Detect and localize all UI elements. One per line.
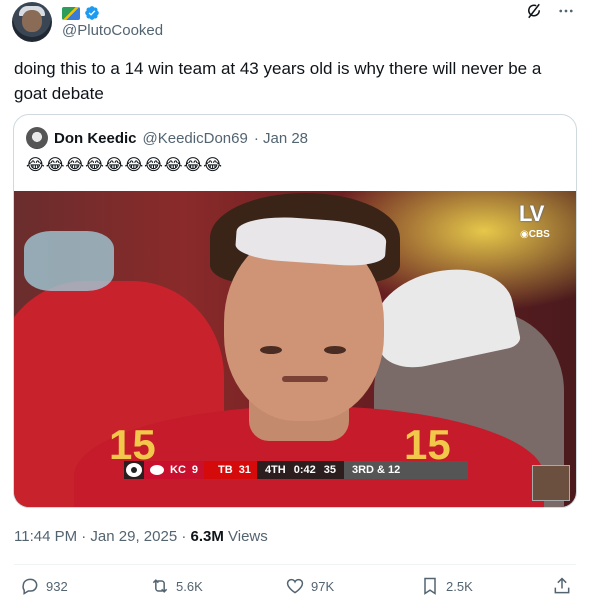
flag-icon	[62, 6, 80, 20]
game-clock: 0:42	[293, 464, 316, 476]
action-bar: 932 5.6K 97K 2.5K	[0, 576, 589, 602]
quoted-tweet-date: · Jan 28	[253, 129, 309, 147]
play-clock: 35	[323, 464, 336, 476]
avatar-face	[22, 10, 42, 32]
team2-score: 31	[238, 464, 251, 476]
repost-button[interactable]: 5.6K	[150, 576, 203, 596]
timestamp[interactable]: 11:44 PM · Jan 29, 2025 ·	[14, 528, 191, 545]
quoted-author-handle: @KeedicDon69	[142, 129, 248, 147]
share-button[interactable]	[552, 576, 572, 596]
verified-badge-icon	[85, 6, 99, 20]
player-mouth	[282, 376, 328, 382]
tweet-text: doing this to a 14 win team at 43 years …	[14, 59, 542, 103]
like-button[interactable]: 97K	[285, 576, 334, 596]
views-count: 6.3M	[190, 528, 224, 545]
views-label: Views	[223, 528, 268, 545]
scorebug: KC 9 TB 31 4TH 0:42 35 3RD & 12	[124, 461, 468, 479]
quoted-author-avatar	[26, 127, 48, 149]
tweet-metadata: 11:44 PM · Jan 29, 2025 · 6.3M Views	[14, 528, 268, 545]
more-options-icon[interactable]	[557, 2, 575, 20]
bookmark-button[interactable]: 2.5K	[420, 576, 473, 596]
background-mask	[24, 231, 114, 291]
bookmark-count: 2.5K	[446, 578, 473, 594]
player-eye-left	[260, 346, 282, 354]
repost-count: 5.6K	[176, 578, 203, 594]
cbs-eye-icon	[126, 463, 142, 477]
scorebug-clock: 4TH 0:42 35	[257, 464, 344, 476]
top-actions	[525, 2, 575, 20]
network-logo: ◉CBS	[520, 229, 550, 240]
down-distance: 3RD & 12	[344, 461, 468, 479]
quoted-tweet-text: 😂😂😂😂😂😂😂😂😂😂	[26, 157, 223, 174]
scorebug-team2: TB 31	[204, 461, 257, 479]
quarter: 4TH	[264, 464, 286, 476]
reply-button[interactable]: 932	[20, 576, 68, 596]
quoted-media-image[interactable]: 15 15 LV ◉CBS KC 9 TB 31 4TH 0:42 35 3RD…	[14, 191, 576, 507]
divider	[14, 564, 576, 565]
grok-icon[interactable]	[525, 2, 543, 20]
repost-icon	[152, 579, 168, 593]
reply-icon	[22, 578, 38, 595]
player-eye-right	[324, 346, 346, 354]
quoted-tweet-card[interactable]: Don Keedic @KeedicDon69 · Jan 28 😂😂😂😂😂😂😂…	[13, 114, 577, 508]
author-handle[interactable]: @PlutoCooked	[62, 22, 163, 39]
scorebug-team1: KC 9	[144, 461, 205, 479]
corner-inset-image	[532, 465, 570, 501]
share-icon	[554, 577, 570, 594]
heart-icon	[286, 578, 304, 594]
quoted-tweet-header: Don Keedic @KeedicDon69 · Jan 28	[26, 127, 308, 149]
like-count: 97K	[311, 578, 335, 594]
super-bowl-logo: LV	[519, 201, 545, 226]
team2-name: TB	[218, 464, 233, 476]
author-avatar[interactable]	[12, 2, 52, 42]
quoted-author-name: Don Keedic	[54, 129, 137, 147]
kc-logo-icon	[150, 465, 164, 475]
reply-count: 932	[46, 578, 68, 594]
team1-name: KC	[170, 464, 186, 476]
team1-score: 9	[191, 464, 199, 476]
bookmark-icon	[424, 577, 436, 595]
author-name-row[interactable]	[62, 4, 100, 22]
